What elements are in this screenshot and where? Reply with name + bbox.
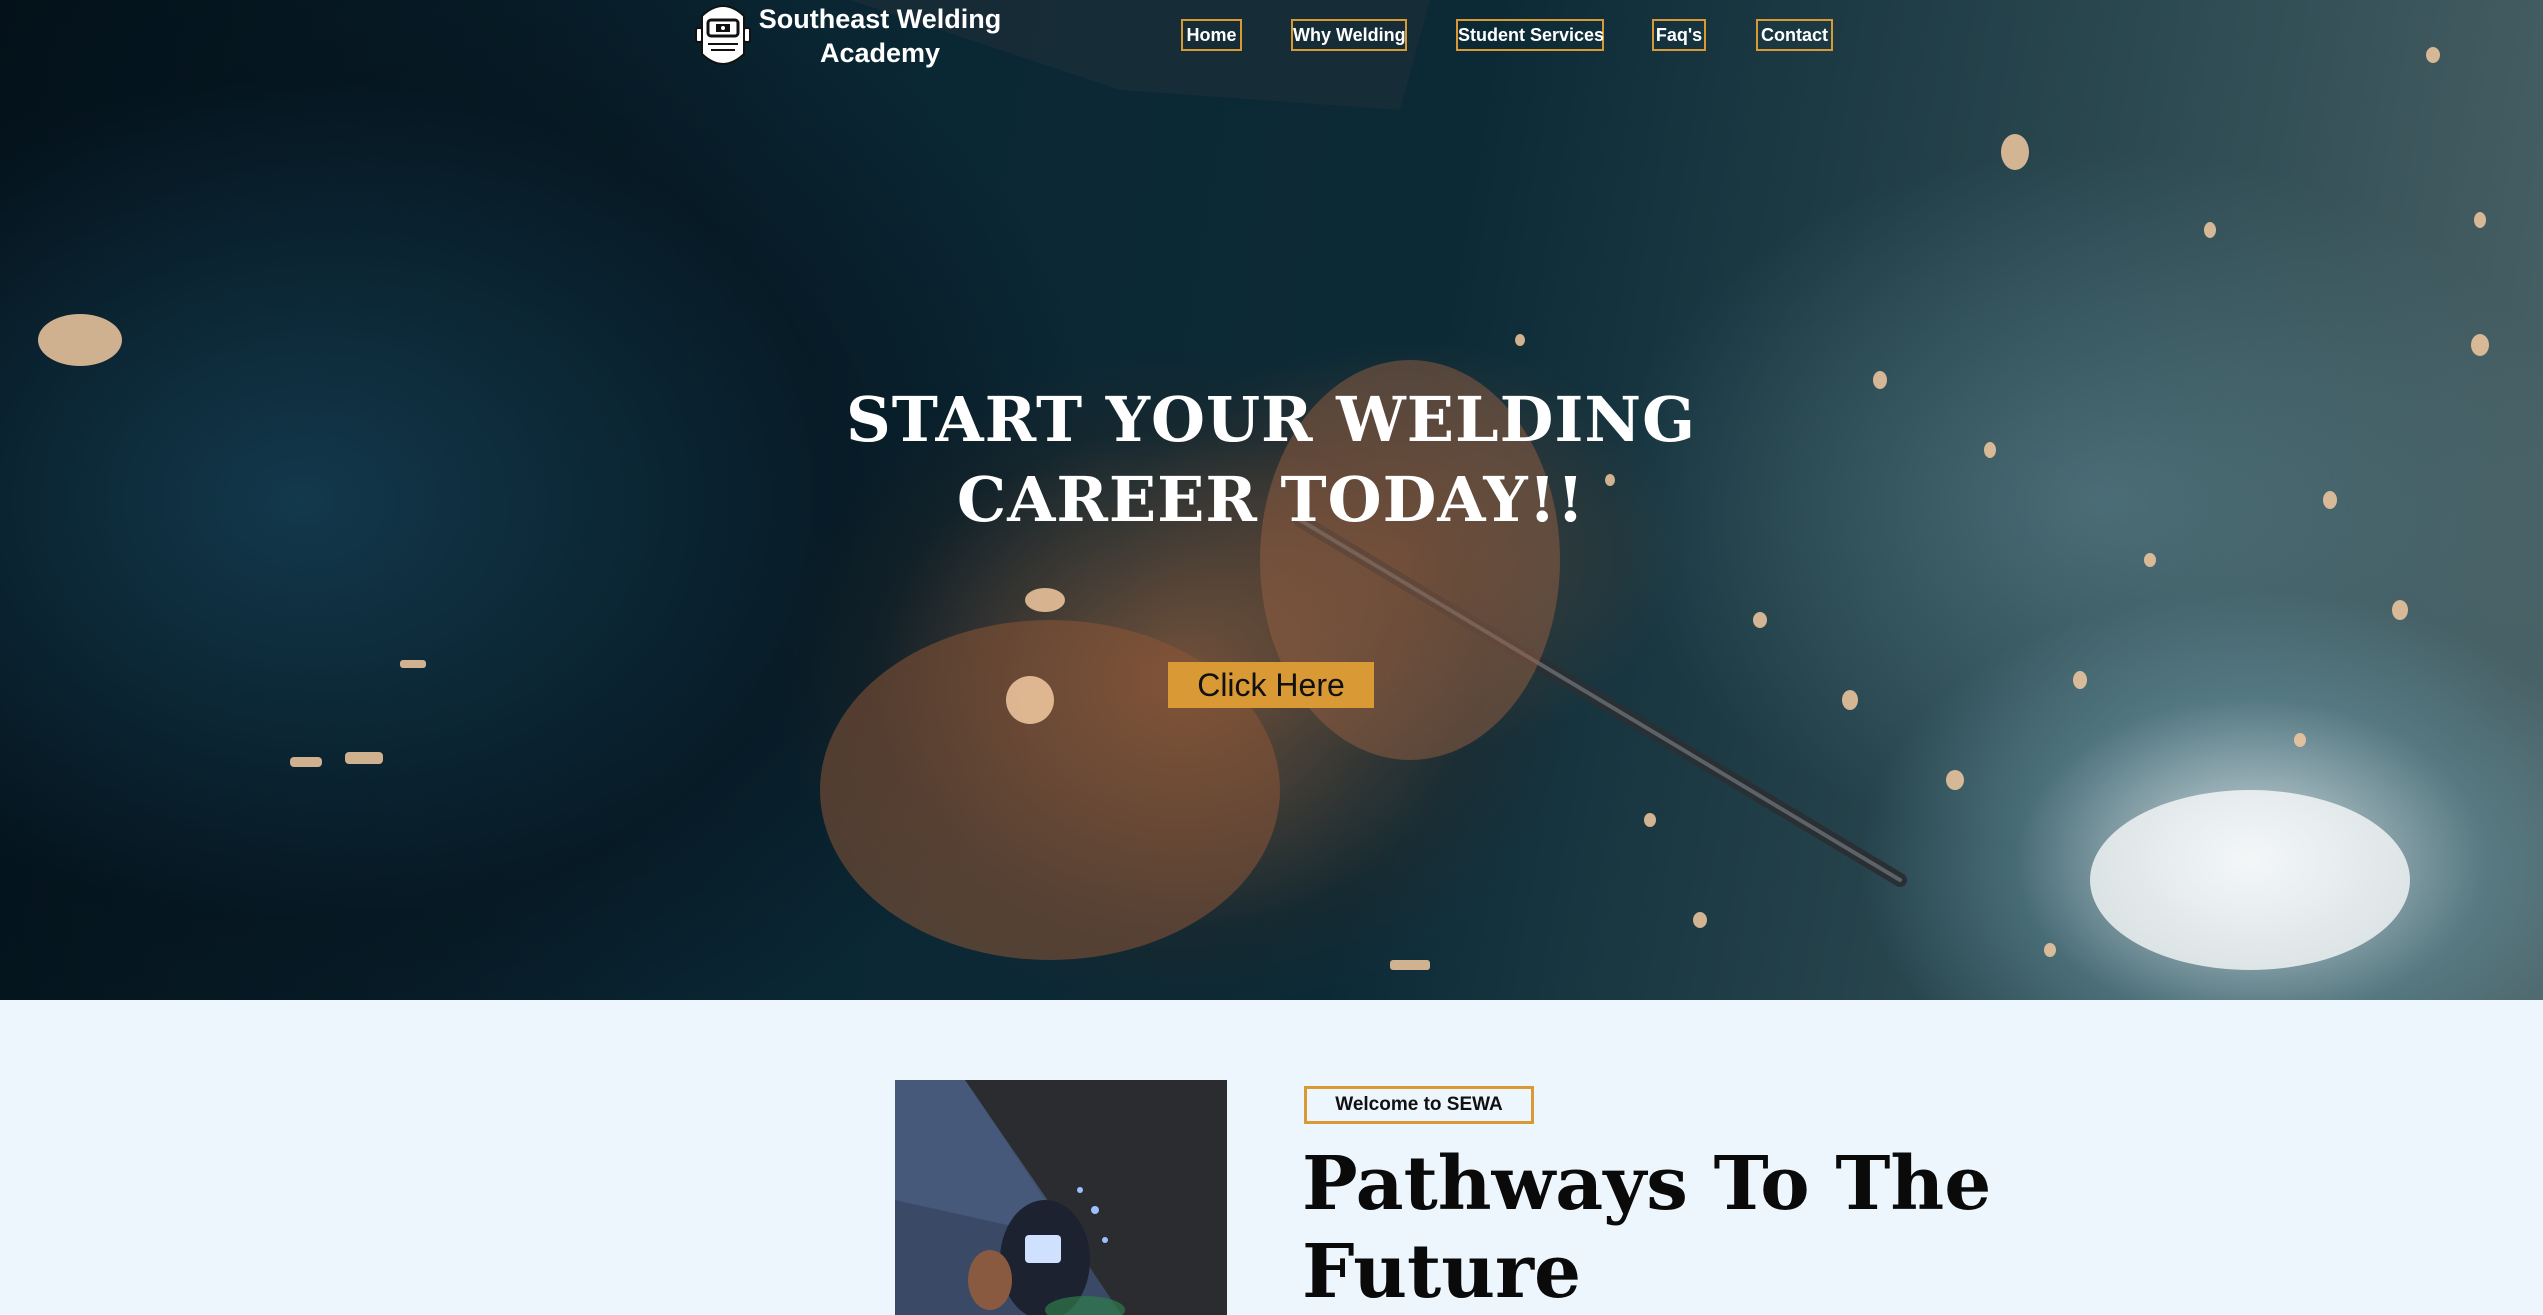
site-header: Southeast Welding Academy Home Why Weldi… bbox=[0, 0, 2543, 70]
click-here-button[interactable]: Click Here bbox=[1168, 662, 1374, 708]
arc-glow bbox=[2090, 790, 2410, 970]
about-section: Welcome to SEWA Pathways To The Future bbox=[0, 1000, 2543, 1315]
hero-banner: Southeast Welding Academy Home Why Weldi… bbox=[0, 0, 2543, 1000]
nav-home[interactable]: Home bbox=[1181, 19, 1242, 51]
section-heading: Pathways To The Future bbox=[1302, 1141, 1992, 1315]
nav-student-services[interactable]: Student Services bbox=[1456, 19, 1604, 51]
welder-photo bbox=[895, 1080, 1227, 1315]
site-name[interactable]: Southeast Welding Academy bbox=[755, 2, 1005, 70]
nav-faqs[interactable]: Faq's bbox=[1652, 19, 1706, 51]
welcome-badge: Welcome to SEWA bbox=[1304, 1086, 1534, 1124]
hero-title: START YOUR WELDING CAREER TODAY!! bbox=[845, 383, 1697, 536]
welding-helmet-icon[interactable] bbox=[694, 2, 752, 68]
nav-why-welding[interactable]: Why Welding bbox=[1291, 19, 1407, 51]
nav-contact[interactable]: Contact bbox=[1756, 19, 1833, 51]
